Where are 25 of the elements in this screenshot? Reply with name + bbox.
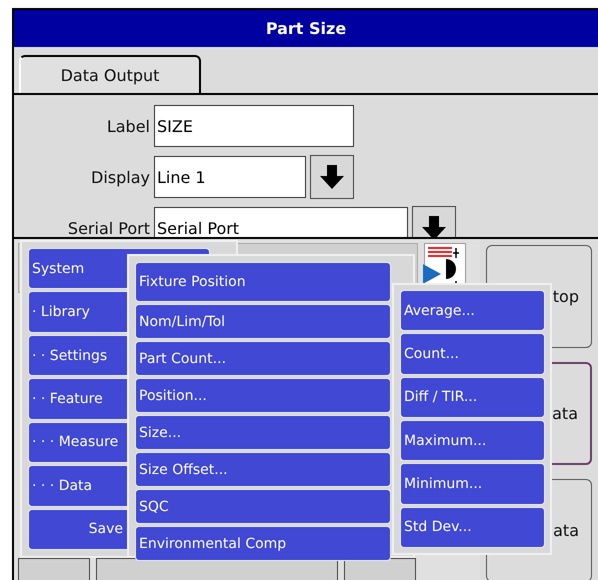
field-label: Display [90, 168, 150, 187]
menu-item[interactable]: Environmental Comp [135, 526, 391, 561]
menu-item[interactable]: Std Dev... [400, 506, 545, 548]
menu-item[interactable]: Size... [135, 415, 391, 450]
dropdown-button[interactable] [412, 206, 456, 237]
menu-item[interactable]: Count... [400, 333, 545, 375]
tab[interactable]: Data Output [19, 55, 201, 94]
input-field[interactable]: SIZE [154, 105, 354, 148]
input-field[interactable]: Serial Port [154, 207, 408, 237]
menu-item[interactable]: Average... [400, 290, 545, 332]
down-arrow-icon [319, 164, 345, 190]
input-field[interactable]: Line 1 [154, 156, 306, 198]
menu-item[interactable]: Nom/Lim/Tol [135, 304, 391, 339]
menu-item[interactable]: Diff / TIR... [400, 376, 545, 418]
menu-item[interactable]: Fixture Position [135, 262, 391, 302]
field-label: Label [106, 116, 150, 136]
menu-item[interactable]: Minimum... [400, 463, 545, 505]
menu-item[interactable]: SQC [135, 489, 391, 524]
window-title: Part Size [14, 10, 598, 48]
field-label: Serial Port [66, 218, 150, 237]
menu-item[interactable]: Size Offset... [135, 452, 391, 487]
menu-item[interactable]: Position... [135, 378, 391, 413]
menu-item[interactable]: Part Count... [135, 341, 391, 376]
dropdown-button[interactable] [310, 155, 354, 200]
menu-item[interactable]: Maximum... [400, 420, 545, 462]
